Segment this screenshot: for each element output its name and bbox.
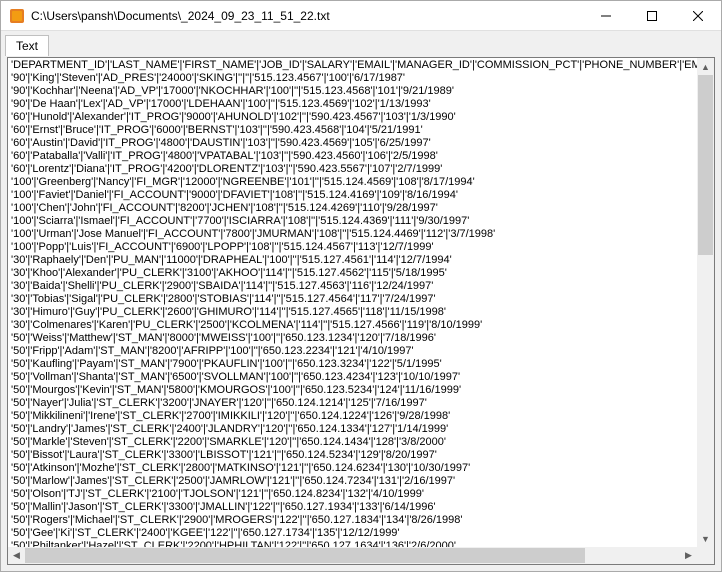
content-area: 'DEPARTMENT_ID'|'LAST_NAME'|'FIRST_NAME'… [1, 55, 721, 571]
text-line: '100'|'Faviet'|'Daniel'|'FI_ACCOUNT'|'90… [11, 189, 694, 202]
text-line: '50'|'Marlow'|'James'|'ST_CLERK'|'2500'|… [11, 475, 694, 488]
text-line: '30'|'Colmenares'|'Karen'|'PU_CLERK'|'25… [11, 319, 694, 332]
scroll-down-icon[interactable]: ▼ [697, 530, 714, 547]
text-line: '90'|'King'|'Steven'|'AD_PRES'|'24000'|'… [11, 72, 694, 85]
text-line: '100'|'Urman'|'Jose Manuel'|'FI_ACCOUNT'… [11, 228, 694, 241]
horizontal-scrollbar[interactable]: ◀ ▶ [8, 547, 697, 564]
vertical-scroll-thumb[interactable] [698, 75, 713, 255]
text-line: '50'|'Vollman'|'Shanta'|'ST_MAN'|'6500'|… [11, 371, 694, 384]
text-line: '60'|'Lorentz'|'Diana'|'IT_PROG'|'4200'|… [11, 163, 694, 176]
text-line: '50'|'Gee'|'Ki'|'ST_CLERK'|'2400'|'KGEE'… [11, 527, 694, 540]
text-line: '30'|'Raphaely'|'Den'|'PU_MAN'|'11000'|'… [11, 254, 694, 267]
textbox-container: 'DEPARTMENT_ID'|'LAST_NAME'|'FIRST_NAME'… [7, 57, 715, 565]
scroll-up-icon[interactable]: ▲ [697, 58, 714, 75]
app-icon [9, 8, 25, 24]
text-line: '50'|'Philtanker'|'Hazel'|'ST_CLERK'|'22… [11, 540, 694, 547]
text-line: '100'|'Sciarra'|'Ismael'|'FI_ACCOUNT'|'7… [11, 215, 694, 228]
text-line: '50'|'Weiss'|'Matthew'|'ST_MAN'|'8000'|'… [11, 332, 694, 345]
window: C:\Users\pansh\Documents\_2024_09_23_11_… [0, 0, 722, 572]
text-line: '100'|'Greenberg'|'Nancy'|'FI_MGR'|'1200… [11, 176, 694, 189]
text-line: '30'|'Tobias'|'Sigal'|'PU_CLERK'|'2800'|… [11, 293, 694, 306]
text-line: '50'|'Mikkilineni'|'Irene'|'ST_CLERK'|'2… [11, 410, 694, 423]
text-line: '60'|'Austin'|'David'|'IT_PROG'|'4800'|'… [11, 137, 694, 150]
text-line: '50'|'Mourgos'|'Kevin'|'ST_MAN'|'5800'|'… [11, 384, 694, 397]
text-line: '50'|'Olson'|'TJ'|'ST_CLERK'|'2100'|'TJO… [11, 488, 694, 501]
text-line: '100'|'Chen'|'John'|'FI_ACCOUNT'|'8200'|… [11, 202, 694, 215]
scroll-left-icon[interactable]: ◀ [8, 547, 25, 564]
text-line: '50'|'Markle'|'Steven'|'ST_CLERK'|'2200'… [11, 436, 694, 449]
text-line: '60'|'Pataballa'|'Valli'|'IT_PROG'|'4800… [11, 150, 694, 163]
text-line: '50'|'Kaufling'|'Payam'|'ST_MAN'|'7900'|… [11, 358, 694, 371]
text-line: '100'|'Popp'|'Luis'|'FI_ACCOUNT'|'6900'|… [11, 241, 694, 254]
textbox[interactable]: 'DEPARTMENT_ID'|'LAST_NAME'|'FIRST_NAME'… [8, 58, 697, 547]
text-line: '60'|'Hunold'|'Alexander'|'IT_PROG'|'900… [11, 111, 694, 124]
text-line: '30'|'Khoo'|'Alexander'|'PU_CLERK'|'3100… [11, 267, 694, 280]
text-line: '50'|'Rogers'|'Michael'|'ST_CLERK'|'2900… [11, 514, 694, 527]
window-title: C:\Users\pansh\Documents\_2024_09_23_11_… [31, 9, 583, 23]
text-line: '50'|'Mallin'|'Jason'|'ST_CLERK'|'3300'|… [11, 501, 694, 514]
text-line: '50'|'Bissot'|'Laura'|'ST_CLERK'|'3300'|… [11, 449, 694, 462]
text-line: '50'|'Nayer'|'Julia'|'ST_CLERK'|'3200'|'… [11, 397, 694, 410]
tabstrip: Text [1, 31, 721, 55]
minimize-button[interactable] [583, 1, 629, 31]
horizontal-scroll-thumb[interactable] [25, 548, 585, 563]
text-line: 'DEPARTMENT_ID'|'LAST_NAME'|'FIRST_NAME'… [11, 59, 694, 72]
text-line: '50'|'Landry'|'James'|'ST_CLERK'|'2400'|… [11, 423, 694, 436]
maximize-button[interactable] [629, 1, 675, 31]
vertical-scrollbar[interactable]: ▲ ▼ [697, 58, 714, 547]
scroll-corner [697, 547, 714, 564]
close-button[interactable] [675, 1, 721, 31]
text-line: '50'|'Atkinson'|'Mozhe'|'ST_CLERK'|'2800… [11, 462, 694, 475]
text-line: '90'|'De Haan'|'Lex'|'AD_VP'|'17000'|'LD… [11, 98, 694, 111]
text-line: '50'|'Fripp'|'Adam'|'ST_MAN'|'8200'|'AFR… [11, 345, 694, 358]
tab-text[interactable]: Text [5, 35, 49, 56]
text-line: '90'|'Kochhar'|'Neena'|'AD_VP'|'17000'|'… [11, 85, 694, 98]
text-line: '30'|'Himuro'|'Guy'|'PU_CLERK'|'2600'|'G… [11, 306, 694, 319]
titlebar[interactable]: C:\Users\pansh\Documents\_2024_09_23_11_… [1, 1, 721, 31]
text-line: '30'|'Baida'|'Shelli'|'PU_CLERK'|'2900'|… [11, 280, 694, 293]
text-line: '60'|'Ernst'|'Bruce'|'IT_PROG'|'6000'|'B… [11, 124, 694, 137]
scroll-right-icon[interactable]: ▶ [680, 547, 697, 564]
